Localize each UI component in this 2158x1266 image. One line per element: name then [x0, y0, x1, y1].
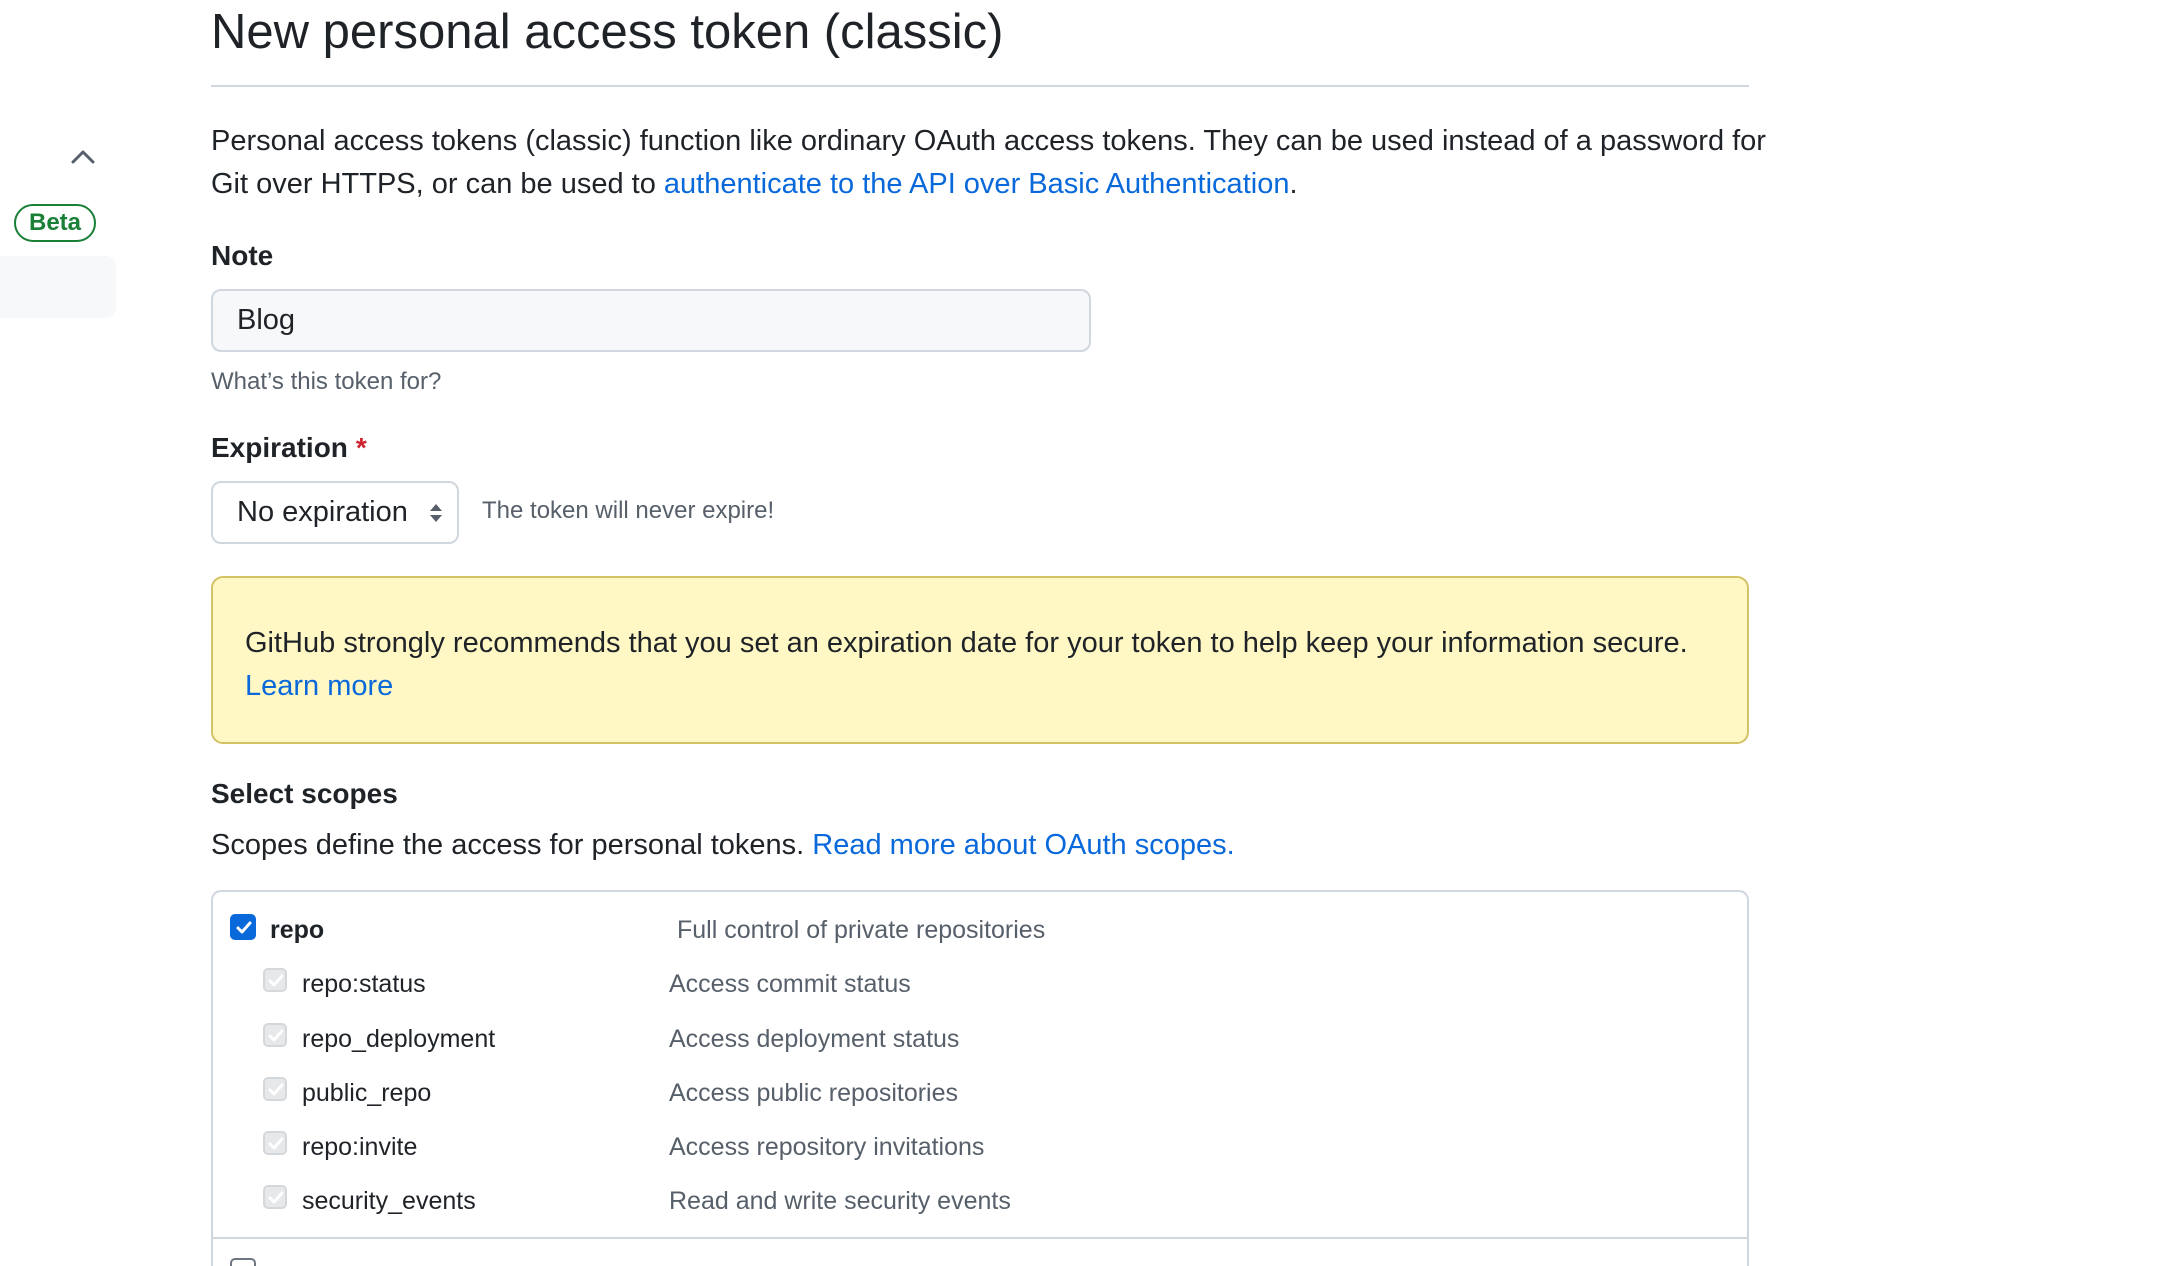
scope-name: repo:status [302, 970, 426, 998]
scope-name: security_events [302, 1187, 476, 1215]
expiration-selected-value: No expiration [237, 496, 408, 528]
scope-name: repo:invite [302, 1133, 418, 1161]
scope-name: repo_deployment [302, 1025, 496, 1053]
note-label: Note [211, 240, 274, 271]
expiration-warning: GitHub strongly recommends that you set … [211, 576, 1749, 744]
scope-checkbox-repo-invite[interactable] [263, 1131, 287, 1155]
check-icon [268, 1083, 284, 1096]
expiration-note: The token will never expire! [482, 497, 775, 524]
scope-name: repo [270, 916, 325, 944]
page: Beta New personal access token (classic)… [0, 0, 2158, 1266]
sidebar-item-selected[interactable] [0, 256, 116, 318]
scopes-heading: Select scopes [211, 778, 398, 809]
expiration-select[interactable]: No expiration [211, 481, 459, 544]
scope-description: Access public repositories [669, 1079, 959, 1107]
scope-description: Access deployment status [669, 1025, 960, 1053]
scope-checkbox-repo-deployment[interactable] [263, 1023, 287, 1047]
check-icon [268, 1029, 284, 1042]
learn-more-link[interactable]: Learn more [245, 670, 393, 702]
beta-badge: Beta [14, 204, 96, 242]
select-arrows-icon [430, 504, 442, 522]
check-icon [236, 921, 252, 934]
scope-group-divider [213, 1237, 1747, 1239]
scope-checkbox-next[interactable] [230, 1258, 256, 1266]
scope-checkbox-repo-status[interactable] [263, 968, 287, 992]
warning-message: GitHub strongly recommends that you set … [245, 627, 1688, 659]
chevron-up-icon[interactable] [70, 146, 96, 166]
oauth-scopes-link[interactable]: Read more about OAuth scopes. [812, 829, 1234, 861]
check-icon [268, 974, 284, 987]
required-mark: * [355, 432, 367, 463]
scope-name: public_repo [302, 1079, 432, 1107]
scopes-list: repo Full control of private repositorie… [211, 890, 1749, 1266]
scopes-description-text: Scopes define the access for personal to… [211, 829, 813, 861]
scope-checkbox-public-repo[interactable] [263, 1077, 287, 1101]
expiration-label: Expiration * [211, 432, 367, 464]
sidebar: Beta [0, 0, 120, 1266]
scope-description: Access repository invitations [669, 1133, 985, 1161]
intro-text-end: . [1289, 168, 1298, 200]
expiration-label-text: Expiration [211, 432, 348, 463]
title-divider [211, 85, 1749, 87]
note-input[interactable] [211, 289, 1091, 352]
scope-checkbox-security-events[interactable] [263, 1185, 287, 1209]
intro-text: Personal access tokens (classic) functio… [211, 120, 1771, 206]
scopes-description: Scopes define the access for personal to… [211, 829, 1235, 862]
basic-auth-link[interactable]: authenticate to the API over Basic Authe… [664, 168, 1290, 200]
note-hint: What’s this token for? [211, 368, 442, 395]
page-title: New personal access token (classic) [211, 5, 1004, 59]
scope-checkbox-repo[interactable] [230, 914, 256, 940]
check-icon [268, 1191, 284, 1204]
scope-description: Read and write security events [669, 1187, 1011, 1215]
scope-description: Full control of private repositories [677, 916, 1046, 944]
check-icon [268, 1137, 284, 1150]
scope-description: Access commit status [669, 970, 911, 998]
